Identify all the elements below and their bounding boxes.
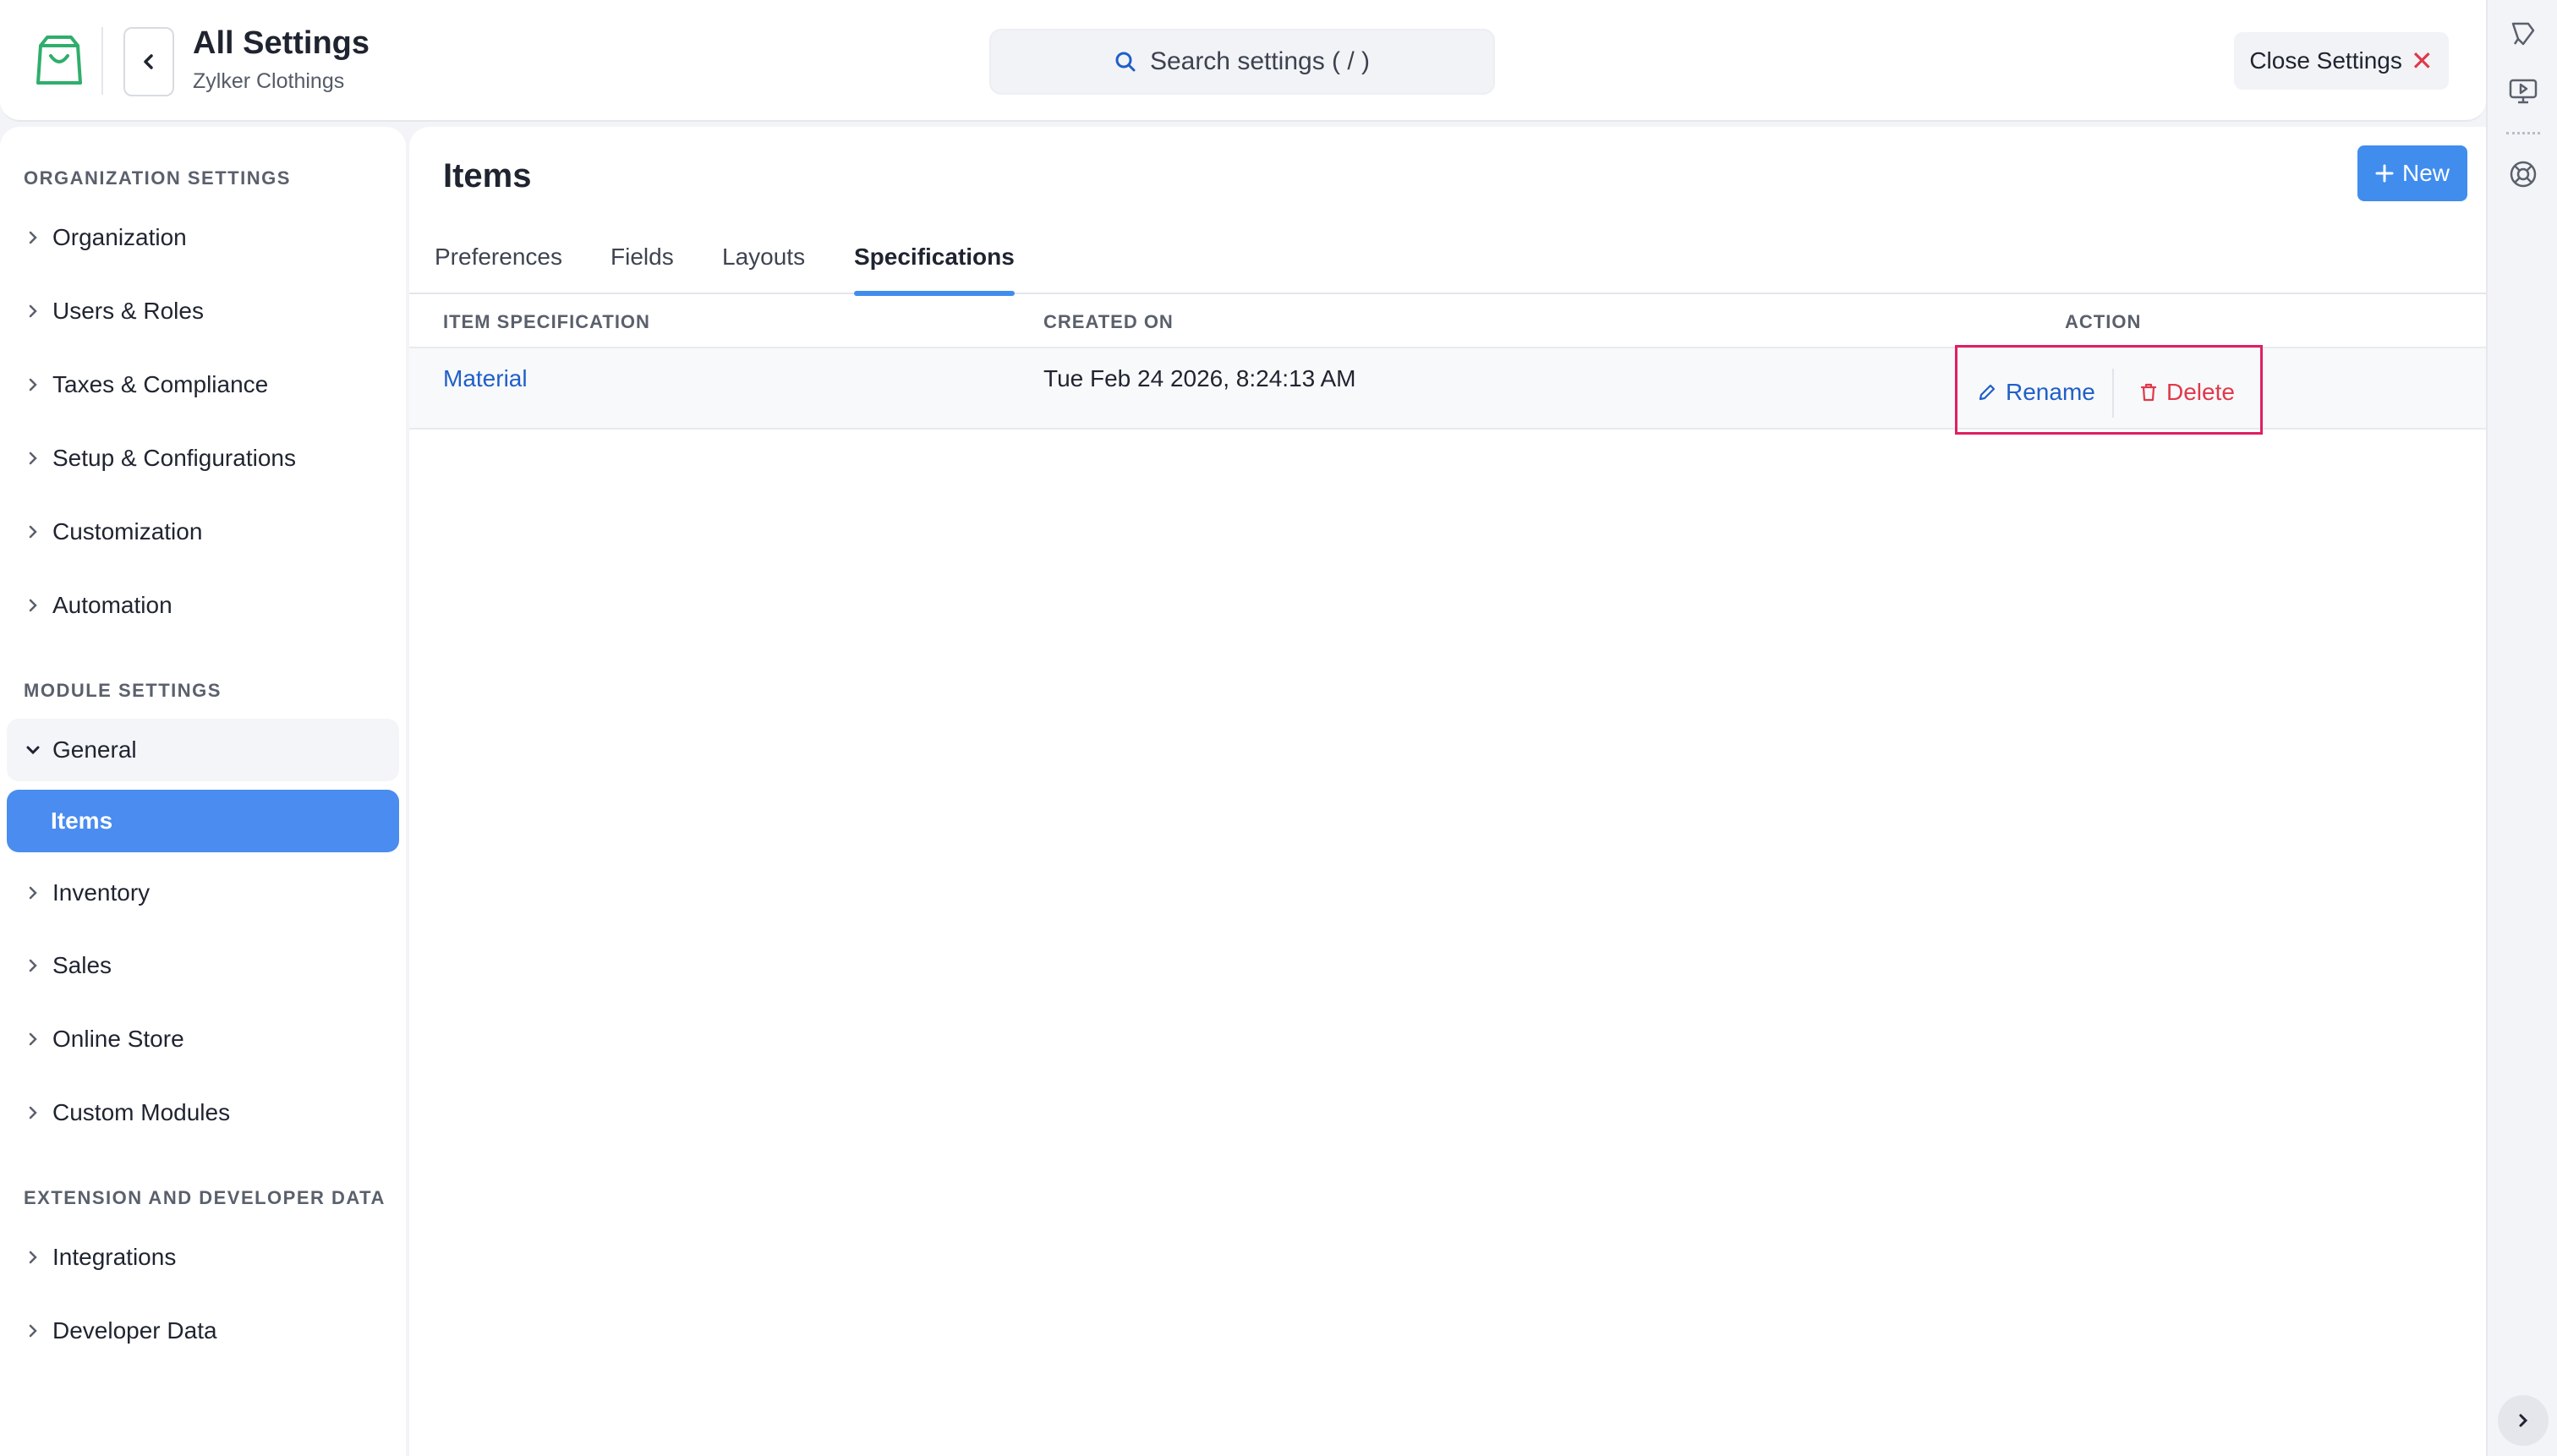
plus-icon	[2375, 164, 2394, 183]
help-support-icon[interactable]	[2506, 157, 2540, 191]
sidebar-item-label: Automation	[52, 592, 172, 618]
sidebar-item-setup-configurations[interactable]: Setup & Configurations	[7, 427, 399, 490]
sidebar-item-label: Sales	[52, 952, 112, 978]
settings-sidebar: ORGANIZATION SETTINGS Organization Users…	[0, 127, 406, 1456]
chevron-right-icon	[7, 1323, 52, 1338]
section-title-module: MODULE SETTINGS	[24, 680, 222, 701]
close-icon: ✕	[2410, 46, 2434, 76]
announcement-icon[interactable]	[2506, 17, 2540, 51]
back-button[interactable]	[123, 27, 174, 96]
tab-preferences[interactable]: Preferences	[435, 220, 562, 294]
sidebar-item-customization[interactable]: Customization	[7, 501, 399, 563]
settings-header: All Settings Zylker Clothings Search set…	[0, 0, 2486, 122]
delete-label: Delete	[2166, 379, 2235, 405]
sidebar-item-general[interactable]: General	[7, 719, 399, 781]
search-placeholder: Search settings ( / )	[1149, 47, 1371, 75]
sidebar-item-sales[interactable]: Sales	[7, 934, 399, 997]
new-button[interactable]: New	[2357, 145, 2467, 201]
delete-button[interactable]: Delete	[2139, 379, 2235, 406]
chevron-right-icon	[7, 1105, 52, 1120]
column-header-item-specification: ITEM SPECIFICATION	[443, 311, 650, 332]
sidebar-item-label: Online Store	[52, 1026, 184, 1052]
sidebar-item-label: Items	[51, 807, 113, 834]
sidebar-item-users-roles[interactable]: Users & Roles	[7, 280, 399, 342]
column-header-action: ACTION	[2065, 311, 2142, 332]
shopping-bag-logo-icon	[34, 34, 85, 88]
sidebar-item-label: Custom Modules	[52, 1099, 231, 1125]
organization-name: Zylker Clothings	[193, 69, 345, 93]
tab-layouts[interactable]: Layouts	[722, 220, 805, 294]
chevron-right-icon	[7, 1032, 52, 1047]
sidebar-item-custom-modules[interactable]: Custom Modules	[7, 1081, 399, 1144]
sidebar-item-developer-data[interactable]: Developer Data	[7, 1300, 399, 1362]
chevron-right-icon	[7, 377, 52, 392]
specification-name-link[interactable]: Material	[443, 365, 528, 392]
sidebar-item-items[interactable]: Items	[7, 790, 399, 852]
settings-app: All Settings Zylker Clothings Search set…	[0, 0, 2486, 1456]
chevron-right-icon	[7, 598, 52, 613]
rename-button[interactable]: Rename	[1977, 379, 2095, 406]
sidebar-item-label: Inventory	[52, 879, 151, 906]
table-header: ITEM SPECIFICATION CREATED ON ACTION	[409, 296, 2486, 348]
chevron-right-icon	[7, 230, 52, 245]
video-tutorial-icon[interactable]	[2506, 74, 2540, 108]
chevron-right-icon	[7, 958, 52, 973]
sidebar-item-label: Users & Roles	[52, 298, 204, 324]
sidebar-item-label: Setup & Configurations	[52, 445, 296, 471]
chevron-right-icon	[7, 304, 52, 319]
sidebar-item-inventory[interactable]: Inventory	[7, 862, 399, 924]
chevron-right-icon	[7, 1250, 52, 1265]
sidebar-item-label: General	[52, 736, 137, 763]
chevron-down-icon	[7, 744, 52, 756]
sidebar-item-automation[interactable]: Automation	[7, 574, 399, 637]
column-header-created-on: CREATED ON	[1043, 311, 1174, 332]
sidebar-item-label: Customization	[52, 518, 203, 545]
sidebar-item-label: Organization	[52, 224, 187, 250]
tab-bar: Preferences Fields Layouts Specification…	[409, 220, 2486, 296]
chevron-right-icon	[7, 524, 52, 539]
new-button-label: New	[2401, 160, 2450, 186]
close-settings-button[interactable]: Close Settings ✕	[2234, 32, 2449, 90]
rename-label: Rename	[2006, 379, 2095, 405]
page-title: All Settings	[193, 25, 370, 61]
sidebar-item-organization[interactable]: Organization	[7, 206, 399, 269]
sidebar-item-label: Developer Data	[52, 1317, 217, 1344]
right-utility-rail	[2486, 0, 2557, 1456]
pencil-icon	[1979, 384, 1996, 401]
sidebar-item-label: Taxes & Compliance	[52, 371, 269, 397]
tab-fields[interactable]: Fields	[611, 220, 674, 294]
action-divider	[2112, 369, 2114, 418]
header-divider	[101, 27, 103, 95]
search-icon	[1115, 52, 1136, 72]
sidebar-item-online-store[interactable]: Online Store	[7, 1008, 399, 1070]
chevron-right-icon	[7, 451, 52, 466]
expand-rail-button[interactable]	[2498, 1395, 2549, 1446]
section-title-organization: ORGANIZATION SETTINGS	[24, 167, 291, 189]
trash-icon	[2140, 383, 2157, 402]
sidebar-item-integrations[interactable]: Integrations	[7, 1226, 399, 1289]
table-row: Material Tue Feb 24 2026, 8:24:13 AM Ren…	[409, 345, 2486, 435]
tab-specifications[interactable]: Specifications	[854, 220, 1015, 296]
section-title: Items	[443, 157, 532, 194]
sidebar-item-taxes-compliance[interactable]: Taxes & Compliance	[7, 353, 399, 416]
rail-divider	[2506, 132, 2540, 134]
sidebar-item-label: Integrations	[52, 1244, 177, 1270]
close-settings-label: Close Settings	[2249, 47, 2402, 74]
chevron-right-icon	[7, 885, 52, 900]
created-on-cell: Tue Feb 24 2026, 8:24:13 AM	[1043, 365, 1356, 391]
section-title-extension: EXTENSION AND DEVELOPER DATA	[24, 1187, 386, 1208]
chevron-left-icon	[144, 54, 153, 69]
search-input[interactable]: Search settings ( / )	[989, 29, 1495, 95]
main-panel: Items New Preferences Fields Layouts Spe…	[409, 127, 2486, 1456]
chevron-right-icon	[2519, 1414, 2528, 1427]
